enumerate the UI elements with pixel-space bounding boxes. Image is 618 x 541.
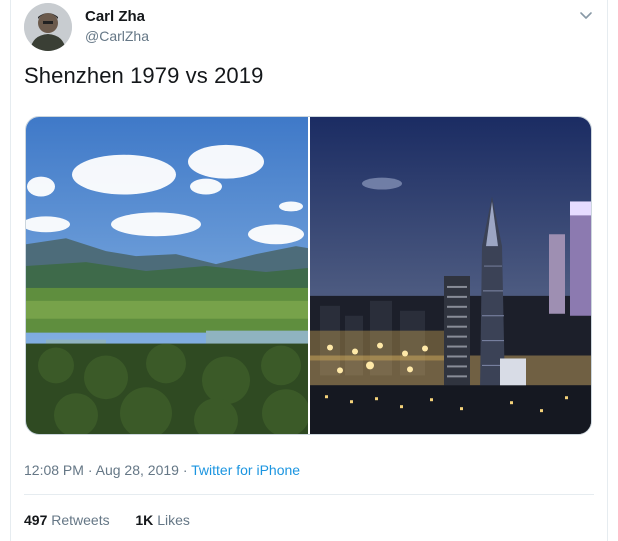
tweet-date[interactable]: Aug 28, 2019 [96, 462, 179, 478]
display-name[interactable]: Carl Zha [85, 8, 145, 25]
meta-separator: · [87, 462, 93, 478]
retweets-label: Retweets [51, 512, 110, 528]
tweet-card: Carl Zha @CarlZha Shenzhen 1979 vs 2019 [10, 0, 608, 541]
avatar[interactable] [24, 3, 72, 51]
photo-1979[interactable] [26, 117, 308, 434]
tweet-text: Shenzhen 1979 vs 2019 [24, 63, 264, 88]
user-handle[interactable]: @CarlZha [85, 28, 149, 44]
retweets-count: 497 [24, 512, 48, 528]
divider [24, 494, 594, 495]
tweet-meta: 12:08 PM · Aug 28, 2019 · Twitter for iP… [24, 462, 300, 478]
tweet-source[interactable]: Twitter for iPhone [191, 462, 300, 478]
likes-stat[interactable]: 1K Likes [135, 512, 189, 528]
meta-separator: · [182, 462, 188, 478]
tweet-media[interactable] [25, 116, 592, 435]
chevron-down-icon[interactable] [577, 6, 595, 24]
photo-2019[interactable] [310, 117, 591, 434]
tweet-stats: 497 Retweets 1K Likes [24, 512, 190, 528]
likes-count: 1K [135, 512, 154, 528]
likes-label: Likes [157, 512, 190, 528]
tweet-time[interactable]: 12:08 PM [24, 462, 84, 478]
retweets-stat[interactable]: 497 Retweets [24, 512, 114, 528]
